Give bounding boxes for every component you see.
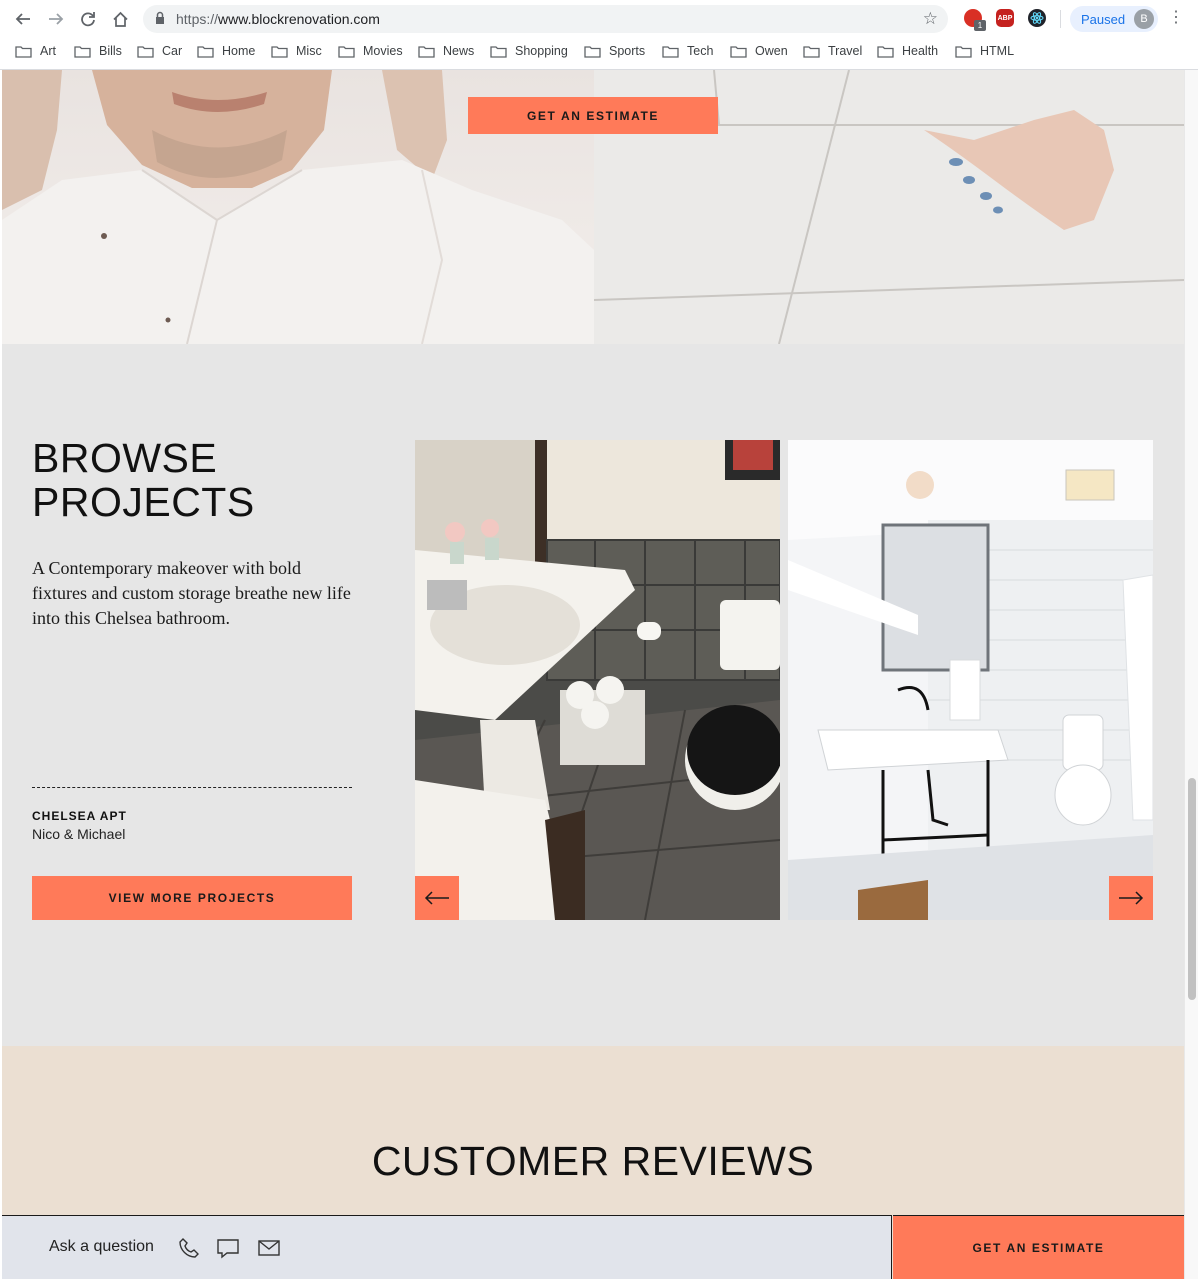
chat-icon[interactable] [216, 1236, 240, 1260]
browser-menu-icon[interactable]: ⋮ [1168, 8, 1184, 30]
bookmark-label: News [443, 44, 475, 58]
browser-chrome: https://www.blockrenovation.com ☆ 1 ABP … [0, 0, 1198, 70]
url-scheme: https:// [176, 11, 219, 27]
bookmark-folder-shopping[interactable]: Shopping [490, 42, 568, 60]
forward-arrow-icon[interactable] [43, 6, 69, 32]
ask-question-bar: Ask a question [2, 1215, 892, 1279]
profile-status-label: Paused [1081, 12, 1126, 27]
react-devtools-icon[interactable] [1028, 9, 1046, 27]
profile-button[interactable]: Paused B [1070, 6, 1158, 32]
project-description: A Contemporary makeover with bold fixtur… [32, 558, 351, 628]
arrow-left-icon [424, 891, 449, 905]
bookmark-label: Misc [296, 44, 322, 58]
folder-icon [730, 45, 747, 58]
bookmark-folder-owen[interactable]: Owen [730, 42, 788, 60]
sticky-contact-bar: Ask a question GET AN ESTIMATE [2, 1215, 1184, 1279]
reload-icon[interactable] [75, 6, 101, 32]
page-viewport: GET AN ESTIMATE BROWSE PROJECTS A Contem… [0, 70, 1198, 1279]
bookmark-folder-bills[interactable]: Bills [74, 42, 122, 60]
browser-toolbar: https://www.blockrenovation.com ☆ 1 ABP … [0, 0, 1198, 38]
folder-icon [490, 45, 507, 58]
section-title-line-2: PROJECTS [32, 479, 255, 525]
project-photo-after [788, 440, 1153, 920]
bookmark-label: HTML [980, 44, 1015, 58]
bookmark-folder-home[interactable]: Home [197, 42, 255, 60]
url-text: https://www.blockrenovation.com [176, 11, 380, 27]
url-host: www.blockrenovation.com [218, 11, 380, 27]
bookmark-folder-tech[interactable]: Tech [662, 42, 713, 60]
folder-icon [803, 45, 820, 58]
bookmark-label: Travel [828, 44, 863, 58]
bookmark-label: Health [902, 44, 939, 58]
arrow-right-icon [1119, 891, 1144, 905]
bookmark-label: Movies [363, 44, 403, 58]
ask-question-label: Ask a question [49, 1238, 154, 1255]
browse-projects-section: BROWSE PROJECTS A Contemporary makeover … [2, 344, 1184, 1046]
folder-icon [584, 45, 601, 58]
bookmark-folder-car[interactable]: Car [137, 42, 182, 60]
bookmark-label: Sports [609, 44, 646, 58]
extension-badge: 1 [974, 20, 986, 31]
bookmark-folder-html[interactable]: HTML [955, 42, 1014, 60]
abp-label: ABP [997, 14, 1013, 22]
home-icon[interactable] [107, 6, 133, 32]
project-photo-before [415, 440, 780, 920]
scrollbar-thumb[interactable] [1188, 778, 1196, 1000]
bookmark-folder-sports[interactable]: Sports [584, 42, 645, 60]
section-title: BROWSE PROJECTS [32, 436, 352, 524]
bookmark-folder-news[interactable]: News [418, 42, 474, 60]
carousel-next-button[interactable] [1109, 876, 1153, 920]
project-name: CHELSEA APT [32, 809, 127, 823]
folder-icon [197, 45, 214, 58]
adblock-plus-icon[interactable]: ABP [996, 9, 1014, 27]
folder-icon [74, 45, 91, 58]
bookmark-folder-travel[interactable]: Travel [803, 42, 862, 60]
bookmarks-bar: Art Bills Car Home Misc Movies News Shop… [0, 40, 1198, 62]
lock-icon [155, 11, 165, 30]
bookmark-folder-misc[interactable]: Misc [271, 42, 322, 60]
bookmark-label: Car [162, 44, 183, 58]
avatar: B [1134, 9, 1154, 29]
folder-icon [338, 45, 355, 58]
bookmark-folder-health[interactable]: Health [877, 42, 938, 60]
folder-icon [418, 45, 435, 58]
reviews-title: CUSTOMER REVIEWS [371, 1138, 815, 1184]
bookmark-star-icon[interactable]: ☆ [923, 10, 938, 27]
bookmark-label: Art [40, 44, 56, 58]
address-bar[interactable]: https://www.blockrenovation.com ☆ [143, 5, 948, 33]
sticky-get-estimate-button[interactable]: GET AN ESTIMATE [893, 1215, 1184, 1279]
folder-icon [15, 45, 32, 58]
back-arrow-icon[interactable] [10, 6, 36, 32]
bookmark-folder-movies[interactable]: Movies [338, 42, 403, 60]
page-scrollbar[interactable] [1184, 70, 1198, 1279]
bookmark-label: Bills [99, 44, 122, 58]
bookmark-label: Tech [687, 44, 714, 58]
folder-icon [137, 45, 154, 58]
section-title-line-1: BROWSE [32, 435, 218, 481]
project-owner: Nico & Michael [32, 826, 126, 842]
folder-icon [877, 45, 894, 58]
carousel-prev-button[interactable] [415, 876, 459, 920]
folder-icon [955, 45, 972, 58]
bookmark-label: Home [222, 44, 256, 58]
email-icon[interactable] [257, 1236, 281, 1260]
folder-icon [271, 45, 288, 58]
folder-icon [662, 45, 679, 58]
bookmark-label: Shopping [515, 44, 568, 58]
phone-icon[interactable] [177, 1236, 201, 1260]
dashed-divider [32, 787, 352, 788]
bookmark-label: Owen [755, 44, 788, 58]
get-estimate-button[interactable]: GET AN ESTIMATE [468, 97, 718, 134]
toolbar-divider [1060, 10, 1061, 28]
hero-section: GET AN ESTIMATE [2, 70, 1184, 344]
bookmark-folder-art[interactable]: Art [15, 42, 56, 60]
view-more-projects-button[interactable]: VIEW MORE PROJECTS [32, 876, 352, 920]
